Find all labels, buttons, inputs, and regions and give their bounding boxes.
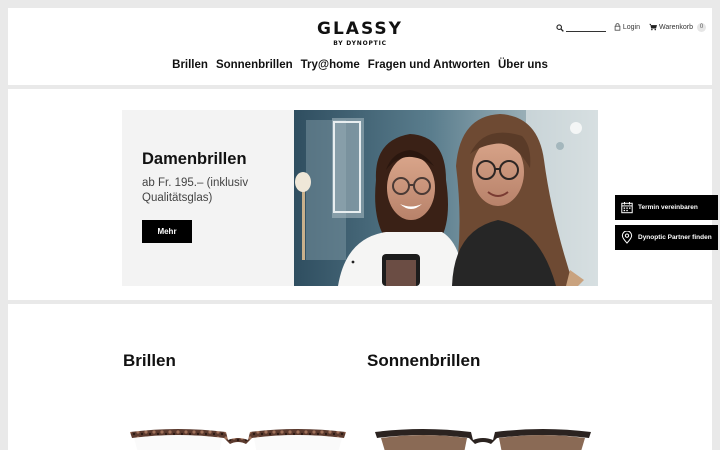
main-nav: Brillen Sonnenbrillen Try@home Fragen un… (8, 59, 712, 71)
glasses-category-title[interactable]: Brillen (123, 351, 176, 371)
search-input[interactable] (565, 22, 606, 32)
glasses-product-image[interactable] (128, 424, 348, 450)
cart-link[interactable]: Warenkorb 0 (649, 22, 706, 32)
hero-banner: Damenbrillen ab Fr. 195.– (inklusiv Qual… (8, 89, 712, 300)
calendar-icon (621, 202, 633, 214)
brand-tagline: BY DYNOPTIC (333, 40, 387, 47)
nav-item-faq[interactable]: Fragen und Antworten (368, 59, 490, 71)
search-box (556, 22, 606, 32)
product-categories: Brillen Sonnenbrillen (8, 304, 712, 450)
site-header: GLASSY BY DYNOPTIC Login Warenkorb 0 Bri… (8, 8, 712, 85)
sunglasses-category-title[interactable]: Sonnenbrillen (367, 351, 480, 371)
location-pin-icon (621, 231, 633, 244)
cart-icon (649, 23, 658, 31)
hero-text-panel: Damenbrillen ab Fr. 195.– (inklusiv Qual… (122, 110, 294, 286)
nav-item-sonnenbrillen[interactable]: Sonnenbrillen (216, 59, 293, 71)
nav-item-about[interactable]: Über uns (498, 59, 548, 71)
lock-icon (614, 23, 621, 31)
sunglasses-product-image[interactable] (373, 424, 593, 450)
nav-item-try-at-home[interactable]: Try@home (301, 59, 360, 71)
find-partner-label: Dynoptic Partner finden (638, 234, 712, 241)
login-label: Login (622, 23, 641, 31)
book-appointment-button[interactable]: Termin vereinbaren (615, 195, 718, 220)
nav-item-brillen[interactable]: Brillen (172, 59, 208, 71)
login-link[interactable]: Login (614, 23, 640, 31)
book-appointment-label: Termin vereinbaren (638, 204, 698, 211)
hero-title: Damenbrillen (142, 150, 247, 168)
cart-count-badge: 0 (697, 22, 706, 32)
find-partner-button[interactable]: Dynoptic Partner finden (615, 225, 718, 250)
hero-subtitle: ab Fr. 195.– (inklusiv Qualitätsglas) (142, 177, 249, 204)
more-button[interactable]: Mehr (142, 220, 192, 243)
search-icon[interactable] (556, 24, 564, 32)
cart-label: Warenkorb (659, 23, 693, 31)
hero-photo (294, 110, 598, 286)
utility-bar: Login Warenkorb 0 (556, 21, 706, 33)
